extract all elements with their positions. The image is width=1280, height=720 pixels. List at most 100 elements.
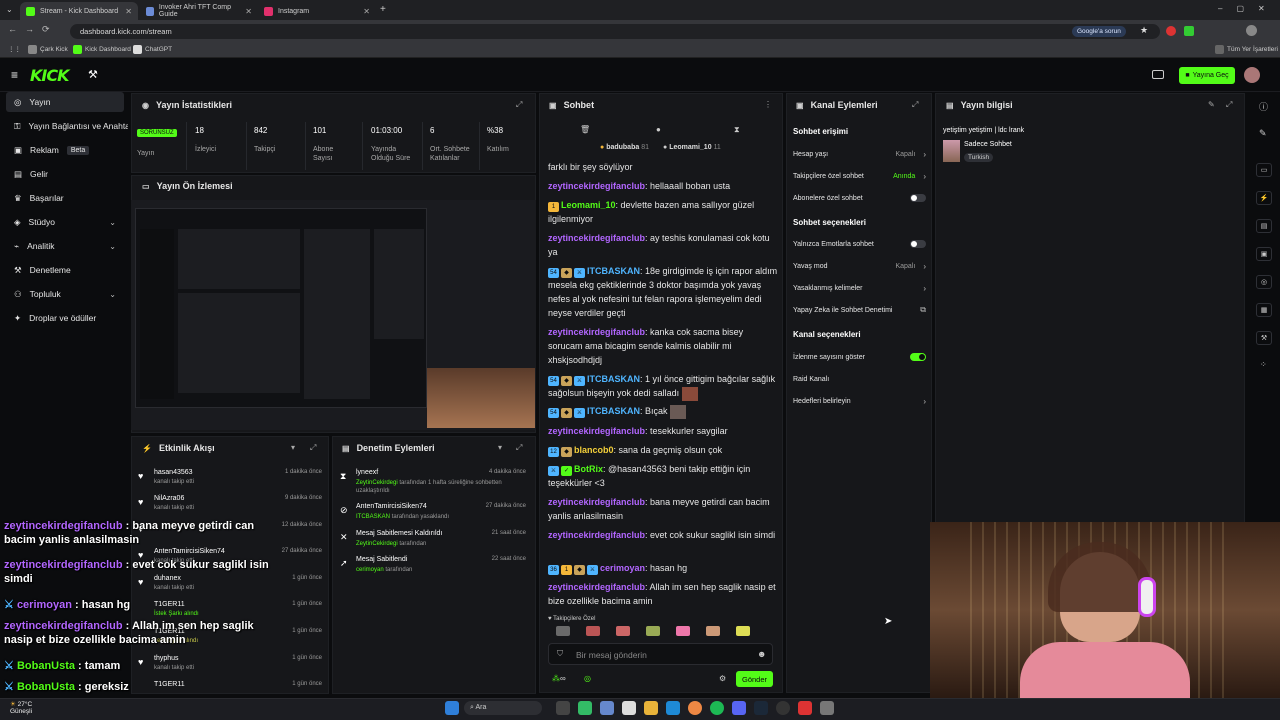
emote-icon[interactable] bbox=[676, 626, 690, 636]
emote-icon[interactable] bbox=[556, 626, 570, 636]
emote-icon[interactable] bbox=[586, 626, 600, 636]
top-chatter[interactable]: ● badubaba 81 bbox=[600, 144, 649, 151]
star-icon[interactable]: ★ bbox=[1140, 25, 1148, 36]
sidebar-item-yayin[interactable]: ◎ Yayın bbox=[6, 92, 124, 112]
sidebar-item-stream-key[interactable]: ⚿ Yayın Bağlantısı ve Anahtarı bbox=[6, 116, 128, 136]
folder-icon[interactable] bbox=[644, 701, 658, 715]
bookmark-cark-kick[interactable]: Çark Kick bbox=[28, 45, 68, 54]
activity-user[interactable]: AntenTamircisiSiken74 bbox=[154, 548, 225, 555]
moderation-actor[interactable]: ITCBASKAN bbox=[356, 514, 390, 520]
setting-raid-channel[interactable]: Raid Kanalı bbox=[793, 373, 926, 385]
screen-icon[interactable] bbox=[1152, 70, 1164, 79]
moderation-actor[interactable]: ZeytinCekirdegi bbox=[356, 541, 398, 547]
tab-menu-icon[interactable]: ⌄ bbox=[6, 5, 13, 14]
kick-logo[interactable]: KICK bbox=[30, 66, 69, 85]
moderation-actor[interactable]: ZeytinCekirdegi bbox=[356, 480, 398, 486]
gear-icon[interactable]: ⚙ bbox=[719, 674, 726, 683]
tab-instagram[interactable]: Instagram ✕ bbox=[258, 2, 376, 20]
message-user[interactable]: zeytincekirdegifanclub bbox=[548, 233, 645, 243]
google-ask-button[interactable]: Google'a sorun bbox=[1072, 26, 1126, 37]
emoji-icon[interactable]: ☻ bbox=[757, 649, 766, 659]
setting-banned-words[interactable]: Yasaklanmış kelimeler › bbox=[793, 282, 926, 294]
message-user[interactable]: zeytincekirdegifanclub bbox=[548, 426, 645, 436]
bolt-icon[interactable]: ⚡ bbox=[1256, 191, 1272, 205]
sidebar-item-reklam[interactable]: ▣ Reklam Beta bbox=[6, 140, 124, 160]
emote-only-toggle[interactable] bbox=[910, 240, 926, 248]
chat-icon[interactable]: ▣ bbox=[1256, 247, 1272, 261]
close-icon[interactable]: ✕ bbox=[125, 7, 132, 16]
message-user[interactable]: ITCBASKAN bbox=[587, 266, 640, 276]
message-user[interactable]: ITCBASKAN bbox=[587, 374, 640, 384]
sidebar-item-gelir[interactable]: ▤ Gelir bbox=[6, 164, 124, 184]
setting-account-age[interactable]: Hesap yaşı Kapalı › bbox=[793, 148, 926, 160]
message-user[interactable]: ITCBASKAN bbox=[587, 406, 640, 416]
message-user[interactable]: zeytincekirdegifanclub bbox=[548, 530, 645, 540]
message-user[interactable]: cerimoyan bbox=[600, 563, 645, 573]
sidebar-item-topluluk[interactable]: ⚇ Topluluk ⌄ bbox=[6, 284, 124, 304]
stream-preview-video[interactable] bbox=[131, 200, 536, 430]
hourglass-icon[interactable]: ⧗ bbox=[734, 125, 740, 135]
edge-icon[interactable] bbox=[666, 701, 680, 715]
discord-icon[interactable] bbox=[732, 701, 746, 715]
edit-icon[interactable]: ✎ bbox=[1208, 100, 1215, 109]
subscribers-only-toggle[interactable] bbox=[910, 194, 926, 202]
layout-icon[interactable]: ⁘ bbox=[1260, 360, 1267, 369]
stream-category[interactable]: Sadece Sohbet bbox=[964, 141, 1012, 148]
setting-followers-only[interactable]: Takipçilere özel sohbet Anında › bbox=[793, 170, 926, 182]
moderation-actor[interactable]: cerimoyan bbox=[356, 567, 384, 573]
close-icon[interactable]: ✕ bbox=[245, 7, 252, 16]
expand-icon[interactable]: ⤢ bbox=[912, 100, 918, 110]
top-chatter[interactable]: ● Leomami_10 11 bbox=[663, 144, 721, 151]
expand-icon[interactable]: ⤢ bbox=[516, 443, 522, 453]
hammer-icon[interactable]: ⚒ bbox=[1256, 331, 1272, 345]
setting-slow-mode[interactable]: Yavaş mod Kapalı › bbox=[793, 260, 926, 272]
emote-icon[interactable] bbox=[706, 626, 720, 636]
pencil-icon[interactable]: ✎ bbox=[1259, 128, 1267, 139]
points-icon[interactable]: ⁂∞ bbox=[552, 674, 566, 683]
app-icon[interactable] bbox=[820, 701, 834, 715]
activity-user[interactable]: hasan43563 bbox=[154, 469, 193, 476]
nav-buttons[interactable]: ←→⟳ bbox=[8, 24, 58, 35]
message-user[interactable]: BotRix bbox=[574, 464, 603, 474]
expand-icon[interactable]: ⤢ bbox=[516, 100, 522, 110]
steam-icon[interactable] bbox=[754, 701, 768, 715]
expand-icon[interactable]: ⤢ bbox=[1226, 100, 1232, 110]
hammer-icon[interactable]: ⚒ bbox=[88, 68, 98, 81]
sidebar-item-droplar[interactable]: ✦ Droplar ve ödüller bbox=[6, 308, 124, 328]
hamburger-icon[interactable]: ≡ bbox=[11, 68, 18, 82]
spotify-icon[interactable] bbox=[710, 701, 724, 715]
tab-tft-guide[interactable]: Invoker Ahri TFT Comp Guide ✕ bbox=[140, 2, 258, 20]
obs-icon[interactable] bbox=[776, 701, 790, 715]
weather-widget[interactable]: ☀ 27°C Güneşli bbox=[10, 701, 32, 715]
sidebar-item-analitik[interactable]: ⌁ Analitik ⌄ bbox=[6, 236, 124, 256]
message-user[interactable]: zeytincekirdegifanclub bbox=[548, 181, 645, 191]
message-user[interactable]: zeytincekirdegifanclub bbox=[548, 582, 645, 592]
moderation-target[interactable]: lyneexf bbox=[356, 469, 378, 476]
setting-goals[interactable]: Hedefleri belirleyin › bbox=[793, 395, 926, 407]
document-icon[interactable]: ▤ bbox=[1256, 219, 1272, 233]
window-controls[interactable]: –▢✕ bbox=[1218, 4, 1279, 13]
extension-icon[interactable] bbox=[1184, 26, 1194, 36]
extension-icon[interactable] bbox=[1166, 26, 1176, 36]
activity-user[interactable]: NilAzra06 bbox=[154, 495, 184, 502]
emote-icon[interactable] bbox=[616, 626, 630, 636]
send-button[interactable]: Gönder bbox=[736, 671, 773, 687]
monitor-icon[interactable]: ▭ bbox=[1256, 163, 1272, 177]
chat-input[interactable]: ⛉ Bir mesaj gönderin ☻ bbox=[548, 643, 773, 665]
sidebar-item-studyo[interactable]: ◈ Stüdyo ⌄ bbox=[6, 212, 124, 232]
go-live-button[interactable]: ■ Yayına Geç bbox=[1179, 67, 1235, 84]
bookmark-kick-dashboard[interactable]: Kick Dashboard bbox=[73, 45, 131, 54]
expand-icon[interactable]: ⤢ bbox=[310, 443, 316, 453]
filter-icon[interactable]: ▾ bbox=[498, 443, 502, 452]
message-user[interactable]: zeytincekirdegifanclub bbox=[548, 497, 645, 507]
message-user[interactable]: blancob0 bbox=[574, 445, 614, 455]
setting-ai-moderation[interactable]: Yapay Zeka ile Sohbet Denetimi ⧉ bbox=[793, 304, 926, 316]
profile-avatar[interactable] bbox=[1246, 25, 1257, 36]
user-avatar[interactable] bbox=[1244, 67, 1260, 83]
app-icon[interactable] bbox=[798, 701, 812, 715]
info-icon[interactable]: ⓘ bbox=[1259, 100, 1268, 113]
chat-bubble-icon[interactable]: ● bbox=[656, 125, 661, 134]
message-user[interactable]: zeytincekirdegifanclub bbox=[548, 327, 645, 337]
close-icon[interactable]: ✕ bbox=[363, 7, 370, 16]
moderation-target[interactable]: AntenTamircisiSiken74 bbox=[356, 503, 427, 510]
